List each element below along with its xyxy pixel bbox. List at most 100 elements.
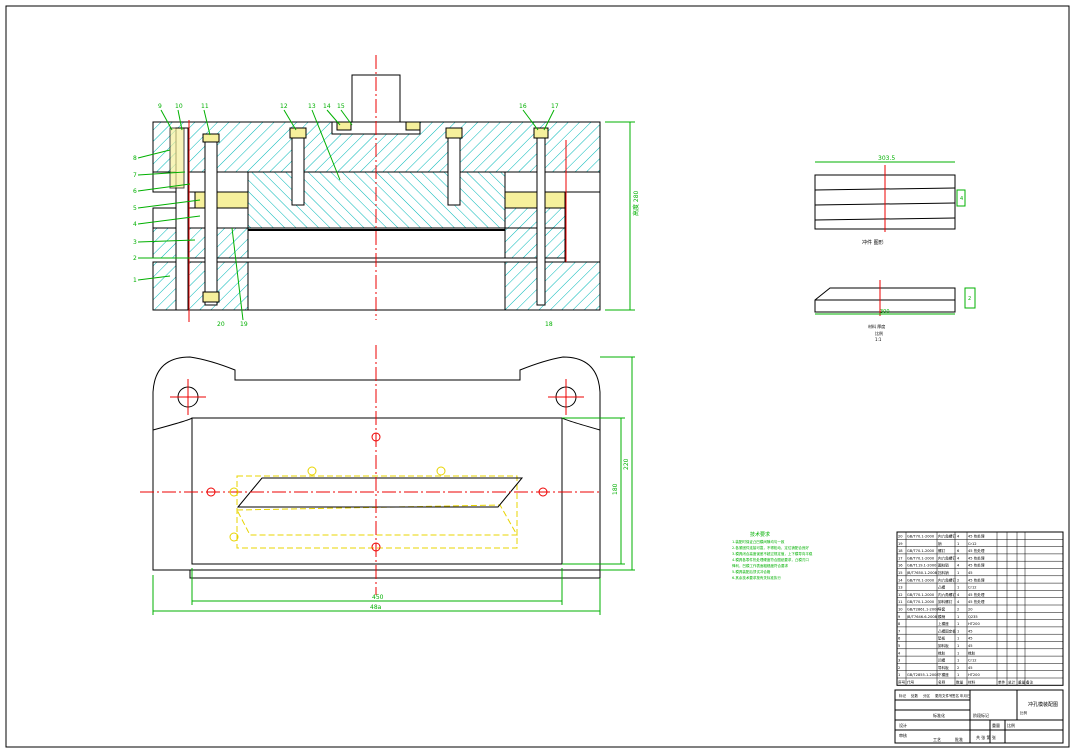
bom-cell: 45 <box>968 666 973 670</box>
bom-cell: GB/T70.1-2000 <box>907 593 935 597</box>
bom-cell: GB/T119.1-2000 <box>907 564 937 568</box>
callout-15: 15 <box>337 103 345 110</box>
bom-cell: 1 <box>957 622 959 626</box>
callout-13: 13 <box>308 103 316 110</box>
bom-header-cell: 序号 <box>898 680 906 685</box>
die-outline <box>191 417 563 565</box>
bom-cell: 1 <box>957 586 959 590</box>
tb-process: 工艺 <box>933 737 941 742</box>
bom-cell: 45 热处理 <box>968 592 985 597</box>
bom-cell: HT200 <box>968 673 980 677</box>
bom-cell: 1 <box>957 659 959 663</box>
bom-cell: 凹模 <box>938 658 946 663</box>
bom-cell: 17 <box>898 556 903 560</box>
callout-10: 10 <box>175 103 183 110</box>
bom-cell: JB/T7650.1-2008 <box>906 571 938 575</box>
tb-stage: 阶段标记 <box>973 712 989 718</box>
callout-6: 6 <box>133 188 137 195</box>
bill-of-materials: 20 GB/T70.1-2000 内六角螺钉 4 45 热处理19 销 1 Cr1218 GB/… <box>896 531 1064 686</box>
bom-cell: GB/T70.1-2000 <box>907 535 935 539</box>
bom-cell: 4 <box>957 600 960 604</box>
callout-8: 8 <box>133 155 137 162</box>
bom-cell: 45 <box>968 637 973 641</box>
notes-line-4: 4.模具各零件热处理硬度符合图纸要求，凸模刃口 <box>732 557 809 562</box>
callout-14: 14 <box>323 103 331 110</box>
callout-5: 5 <box>133 205 137 212</box>
bom-cell: 导套 <box>938 607 946 612</box>
bom-cell: Cr12 <box>968 586 977 590</box>
bom-cell: 45 热处理 <box>968 548 985 553</box>
bom-cell: 1 <box>957 571 959 575</box>
bom-cell: 橡胶 <box>968 650 976 655</box>
callout-3: 3 <box>133 239 137 246</box>
bom-cell: 20 <box>898 535 903 539</box>
bom-cell: 9 <box>898 615 901 619</box>
bom-cell: 模柄 <box>938 614 946 619</box>
bom-cell: 45 热处理 <box>968 577 985 582</box>
bom-header-cell: 总计 <box>1008 680 1016 685</box>
bom-cell: GB/T2861.1-2008 <box>907 608 939 612</box>
plan-dim-48a: 48a <box>370 604 382 611</box>
callout-1: 1 <box>133 277 137 284</box>
bom-cell: 卸料螺钉 <box>938 599 953 604</box>
bom-cell: Cr12 <box>968 659 977 663</box>
callout-18: 18 <box>545 321 553 328</box>
bom-header-cell: 数量 <box>956 680 964 685</box>
bom-cell: 45 <box>968 644 973 648</box>
bom-header-cell: 材料 <box>968 680 976 685</box>
bom-cell: 圆柱销 <box>938 563 949 568</box>
bom-cell: GB/T70.1-2000 <box>907 600 935 604</box>
notes-line-3: 3.模具闭合高度误差不超过规定值，上下模导向平稳 <box>732 551 813 556</box>
bom-cell: 11 <box>898 600 903 604</box>
bom-cell: 3 <box>898 659 900 663</box>
part-width: 303.5 <box>878 155 895 162</box>
notes-line-5: 锋利，凹模工作表面粗糙度符合要求 <box>732 563 788 568</box>
callout-9: 9 <box>158 103 162 110</box>
bom-cell: 4 <box>957 535 960 539</box>
bom-cell: 挡料销 <box>938 570 949 575</box>
bom-cell: 1 <box>957 644 959 648</box>
bom-cell: Q235 <box>968 615 978 619</box>
bom-cell: 2 <box>957 608 959 612</box>
bom-cell: 20 <box>968 608 973 612</box>
bom-cell: 14 <box>898 578 903 582</box>
bom-cell: 1 <box>957 673 959 677</box>
tb-review: 审核 <box>899 732 907 738</box>
bom-cell: 凸模 <box>938 585 946 590</box>
bom-cell: 4 <box>957 556 960 560</box>
bom-cell: 2 <box>957 578 959 582</box>
tb-design: 设计 <box>899 722 907 728</box>
bom-cell: 19 <box>898 542 903 546</box>
tb-date: 年月日 <box>960 693 971 698</box>
blank-note-a: 材料 厚度 <box>868 323 885 329</box>
tb-standard: 标准化 <box>933 712 945 718</box>
strip-outline <box>236 475 518 549</box>
bom-cell: 16 <box>898 564 903 568</box>
blank-view: 300 2 材料 厚度 比例 1:1 <box>814 280 976 342</box>
technical-notes: 技术要求 1.装配时保证凸凹模间隙均匀一致 2.各紧固件连接可靠，不得松动，定位… <box>732 531 813 580</box>
stripper-right <box>504 191 566 209</box>
bom-cell: 4 <box>957 564 960 568</box>
part-thickness: 4 <box>960 196 963 202</box>
bom-cell: GB/T70.1-2000 <box>907 578 935 582</box>
bom-cell: 10 <box>898 608 903 612</box>
bom-cell: 6 <box>957 549 960 553</box>
bom-cell: 上模座 <box>938 621 949 626</box>
bom-cell: JB/T7646.6-2008 <box>906 615 938 619</box>
blank-thickness: 2 <box>968 296 971 302</box>
bom-cell: 螺钉 <box>938 548 946 553</box>
notes-line-2: 2.各紧固件连接可靠，不得松动，定位销配合良好 <box>732 545 809 550</box>
bom-cell: Cr12 <box>968 542 977 546</box>
bom-cell: 45 <box>968 629 973 633</box>
bom-cell: 内六角螺钉 <box>938 534 956 539</box>
bom-cell: 内六角螺钉 <box>938 555 956 560</box>
tb-ratio: 比例 <box>1020 710 1028 715</box>
bom-cell: 1 <box>957 651 959 655</box>
bom-cell: 2 <box>898 666 900 670</box>
bom-cell: 45 热处理 <box>968 563 985 568</box>
bom-cell: 垫板 <box>938 636 946 641</box>
tb-mark: 标记 <box>899 693 907 698</box>
height-dim: 高度 280 <box>632 190 640 216</box>
bom-cell: GB/T70.1-2000 <box>907 549 935 553</box>
bom-cell: GB/T2855.1-2008 <box>907 673 939 677</box>
